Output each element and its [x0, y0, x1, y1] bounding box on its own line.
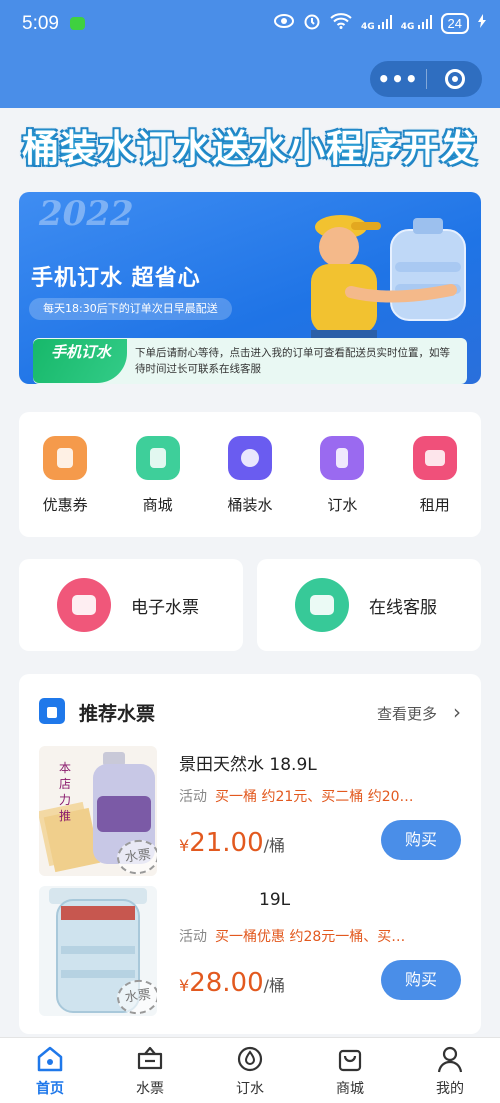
view-more-link[interactable]: 查看更多 [377, 703, 437, 724]
alarm-icon [303, 12, 321, 34]
section-title: 推荐水票 [79, 703, 156, 725]
recommend-section: 推荐水票 查看更多 › 本店力推 水票 景田天然水 18.9L 活动 买一桶 约2… [19, 674, 481, 1034]
promo-tag: 活动 [179, 789, 207, 805]
coupon-icon [43, 436, 88, 480]
tab-label: 订水 [236, 1081, 264, 1097]
price-value: 21.00 [189, 828, 264, 858]
menu-capsule: ••• [370, 61, 482, 97]
tab-bar: 首页 水票 订水 商城 我的 [0, 1037, 500, 1103]
bag-icon [338, 1049, 362, 1072]
hero-notice: 手机订水 下单后请耐心等待，点击进入我的订单可查看配送员实时位置，如等待时间过长… [33, 338, 467, 384]
category-shop[interactable]: 商城 [118, 436, 198, 537]
target-icon [444, 69, 465, 89]
network-label-1: 4G [360, 21, 375, 32]
product-name: 19L [259, 890, 291, 910]
tab-water-ticket[interactable]: 水票 [100, 1038, 200, 1103]
status-bar: 5:09 4G 4G 24 [0, 0, 500, 52]
price-currency: ¥ [179, 976, 190, 995]
product-name: 景田天然水 18.9L [179, 755, 317, 775]
chevron-right-icon[interactable]: › [453, 700, 461, 724]
layers-icon [412, 436, 457, 480]
battery-indicator: 24 [440, 12, 469, 34]
category-label: 订水 [327, 496, 358, 514]
shop-icon [135, 436, 180, 480]
home-icon [37, 1046, 63, 1072]
hero-pill: 每天18:30后下的订单次日早晨配送 [29, 298, 232, 320]
chat-icon [295, 578, 349, 632]
price-currency: ¥ [179, 836, 190, 855]
ticket-tab-icon [137, 1046, 163, 1070]
wechat-icon [70, 17, 85, 30]
tab-label: 我的 [436, 1081, 464, 1097]
status-icons: 4G 4G 24 [273, 12, 486, 34]
category-rent[interactable]: 租用 [395, 436, 475, 537]
ticket-icon [57, 578, 111, 632]
tab-order-water[interactable]: 订水 [200, 1038, 300, 1103]
tab-label: 水票 [136, 1081, 164, 1097]
category-label: 商城 [142, 496, 173, 514]
status-time: 5:09 [22, 13, 59, 34]
eye-icon [273, 14, 294, 32]
category-label: 租用 [419, 496, 450, 514]
product-image: 本店力推 水票 [39, 746, 157, 876]
category-grid: 优惠券 商城 桶装水 订水 租用 [19, 412, 481, 537]
category-coupon[interactable]: 优惠券 [25, 436, 105, 537]
water-ticket-icon [39, 698, 65, 724]
delivery-person-illustration [311, 215, 466, 352]
barrel-water-icon [227, 436, 272, 480]
hero-year: 2022 [39, 194, 134, 234]
signal-icon-2: 4G [400, 14, 432, 32]
notice-tag: 手机订水 [33, 339, 127, 383]
view-more-label: 查看更多 [376, 705, 437, 723]
product-promo: 活动 买一桶优惠 约28元一桶、买… [179, 926, 449, 946]
tab-mine[interactable]: 我的 [400, 1038, 500, 1103]
product-card[interactable]: 水票 19L 活动 买一桶优惠 约28元一桶、买… ¥28.00/桶 购买 [19, 886, 481, 1016]
product-image: 水票 [39, 886, 157, 1016]
tab-label: 商城 [336, 1081, 364, 1097]
service-label: 电子水票 [131, 597, 199, 618]
tab-shop[interactable]: 商城 [300, 1038, 400, 1103]
product-card[interactable]: 本店力推 水票 景田天然水 18.9L 活动 买一桶 约21元、买二桶 约20… … [19, 746, 481, 876]
tab-label: 首页 [36, 1081, 64, 1097]
water-drop-icon [237, 1046, 263, 1072]
wifi-icon [330, 13, 352, 33]
hero-headline: 手机订水 超省心 [31, 266, 201, 291]
order-water-icon [320, 436, 365, 480]
buy-button[interactable]: 购买 [381, 820, 461, 860]
service-online-support[interactable]: 在线客服 [257, 559, 481, 651]
image-caption: 本店力推 [59, 761, 72, 823]
promo-tag: 活动 [179, 929, 207, 945]
category-label: 桶装水 [227, 496, 273, 514]
category-barrel-water[interactable]: 桶装水 [210, 436, 290, 537]
service-e-ticket[interactable]: 电子水票 [19, 559, 243, 651]
buy-button[interactable]: 购买 [381, 960, 461, 1000]
price-unit: /桶 [263, 976, 286, 995]
price-unit: /桶 [263, 836, 286, 855]
promo-text: 买一桶 约21元、买二桶 约20… [215, 789, 414, 805]
price-value: 28.00 [189, 968, 264, 998]
service-label: 在线客服 [369, 597, 437, 618]
close-miniprogram-button[interactable] [427, 69, 482, 89]
charging-icon [478, 14, 486, 32]
more-dots-icon[interactable]: ••• [370, 69, 426, 89]
product-price: ¥21.00/桶 [179, 828, 285, 858]
hero-banner[interactable]: 2022 手机订水 超省心 每天18:30后下的订单次日早晨配送 手机订水 下单… [19, 192, 481, 384]
product-price: ¥28.00/桶 [179, 968, 285, 998]
category-order-water[interactable]: 订水 [302, 436, 382, 537]
signal-icon-1: 4G [360, 14, 392, 32]
notice-text: 下单后请耐心等待，点击进入我的订单可查看配送员实时位置，如等待时间过长可联系在线… [135, 347, 450, 375]
category-label: 优惠券 [42, 496, 88, 514]
tab-home[interactable]: 首页 [0, 1038, 100, 1103]
header: ••• [0, 52, 500, 108]
page-title: 桶装水订水送水小程序开发 [22, 127, 478, 170]
promo-text: 买一桶优惠 约28元一桶、买… [215, 929, 406, 945]
network-label-2: 4G [400, 21, 415, 32]
person-icon [437, 1046, 463, 1073]
product-promo: 活动 买一桶 约21元、买二桶 约20… [179, 786, 449, 806]
